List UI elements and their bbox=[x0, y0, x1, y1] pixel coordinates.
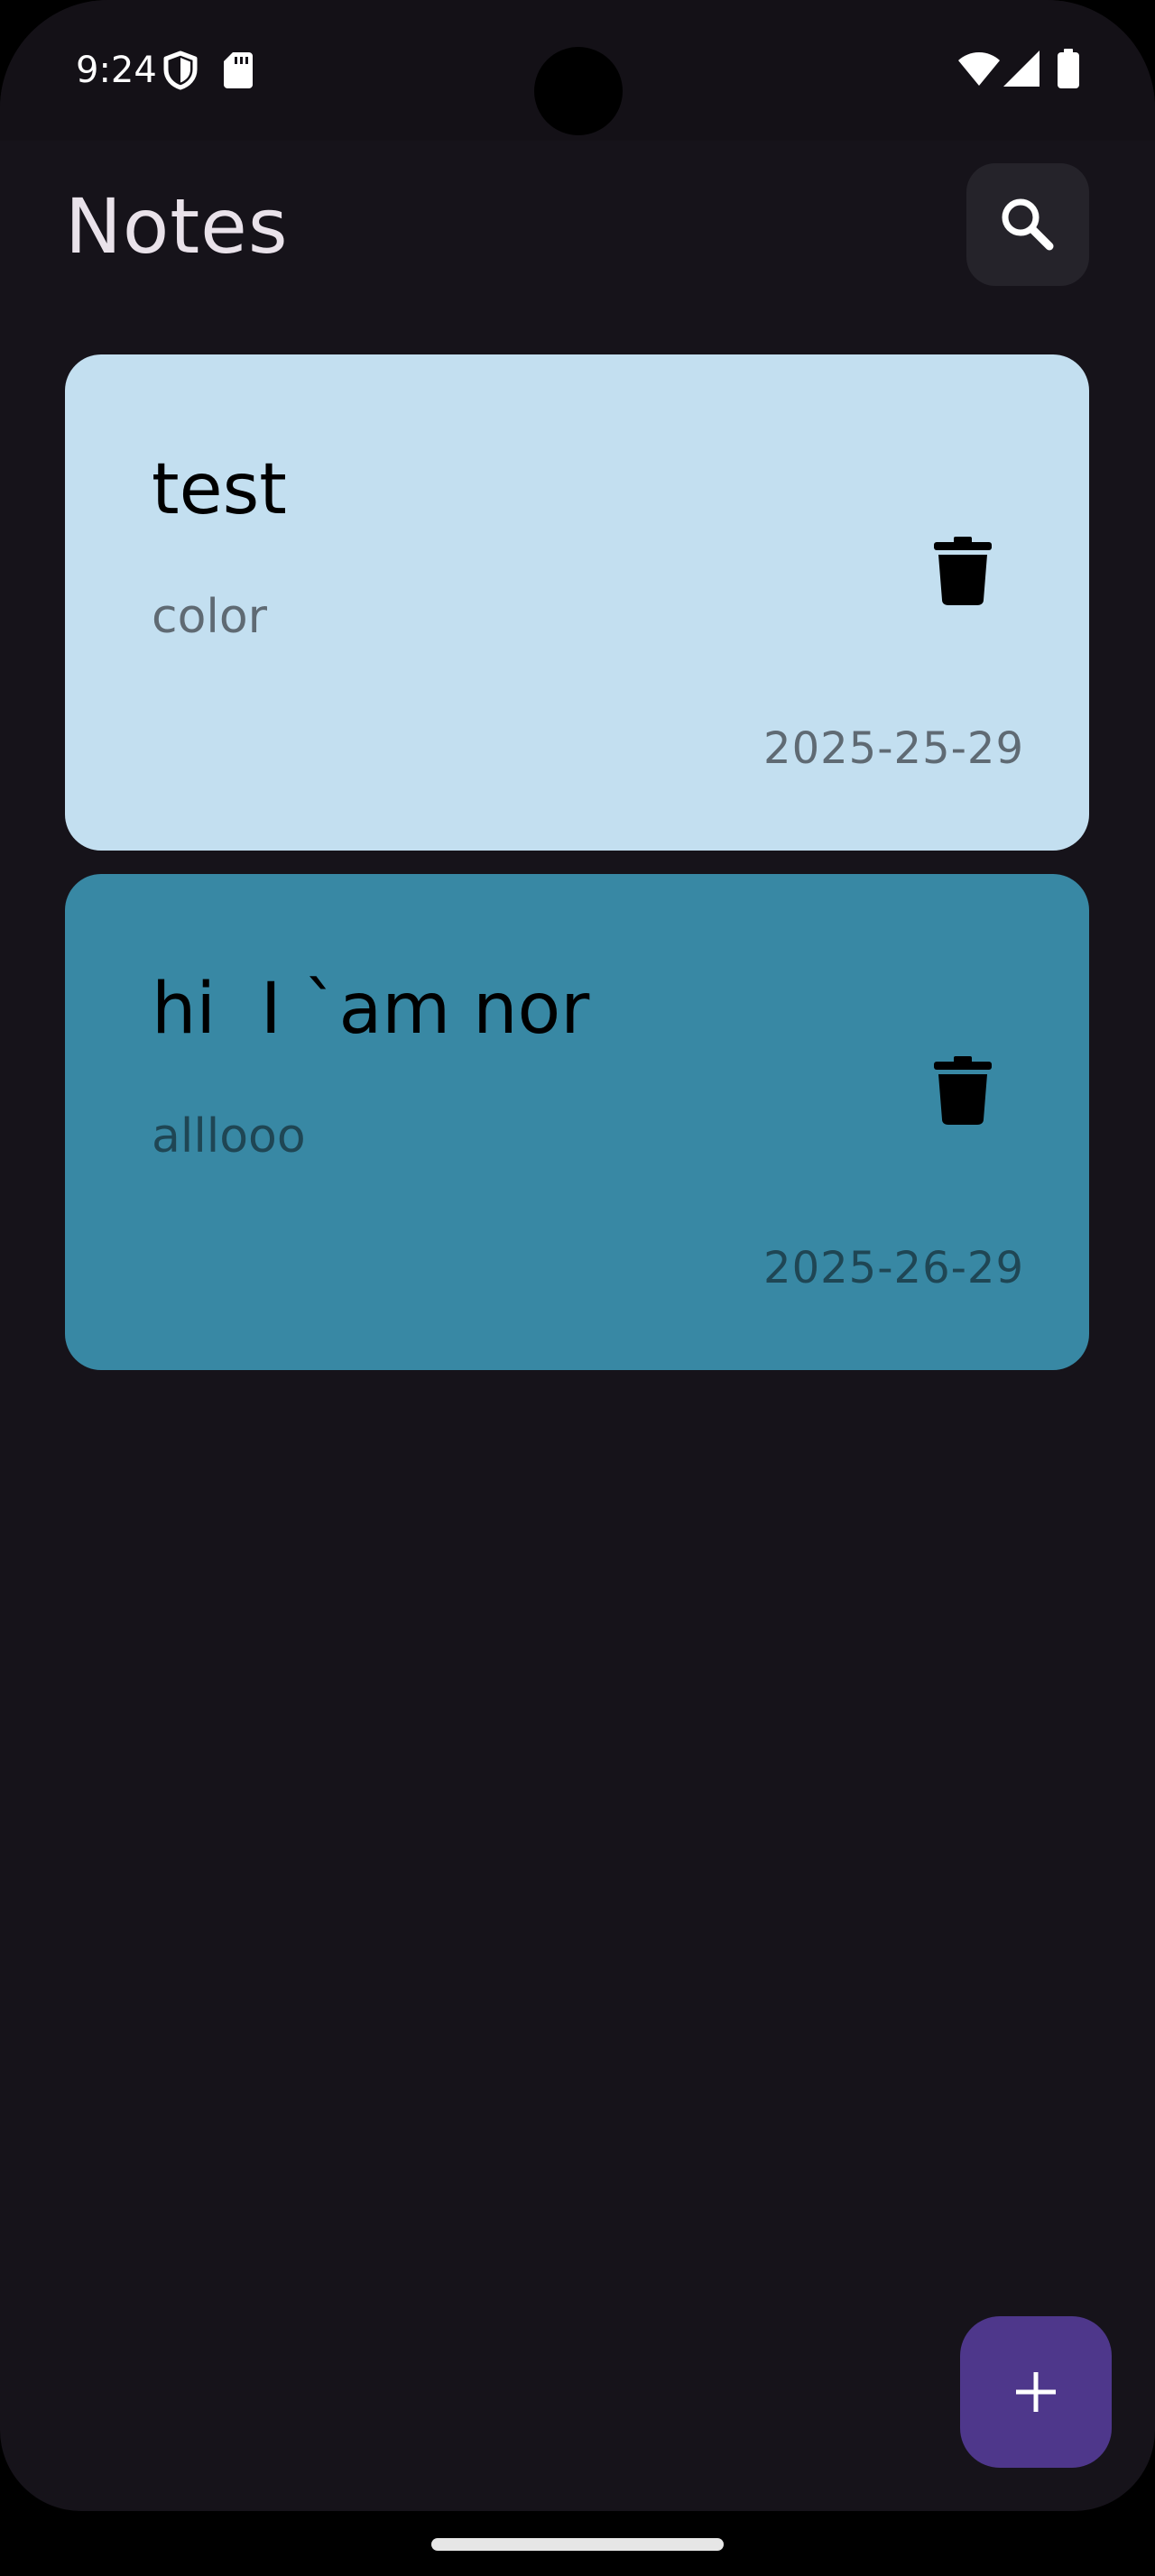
note-body: alllooo bbox=[152, 1109, 306, 1164]
sd-card-icon bbox=[224, 52, 253, 92]
delete-note-button[interactable] bbox=[913, 526, 1012, 616]
note-date: 2025-26-29 bbox=[763, 1243, 1024, 1293]
note-body: color bbox=[152, 590, 268, 644]
delete-note-button[interactable] bbox=[913, 1045, 1012, 1136]
status-time: 9:24 bbox=[76, 50, 157, 91]
status-bar: 9:24 bbox=[0, 0, 1155, 141]
note-card[interactable]: test color 2025-25-29 bbox=[65, 354, 1089, 851]
add-note-button[interactable] bbox=[960, 2316, 1112, 2468]
battery-icon bbox=[1058, 49, 1079, 92]
note-title: hi I `am nor bbox=[152, 969, 590, 1050]
note-date: 2025-25-29 bbox=[763, 723, 1024, 774]
wifi-icon bbox=[958, 52, 1000, 90]
home-indicator[interactable] bbox=[431, 2538, 724, 2551]
front-camera bbox=[534, 47, 623, 135]
page-title: Notes bbox=[65, 182, 289, 271]
cellular-signal-icon bbox=[1003, 51, 1040, 90]
note-title: test bbox=[152, 449, 287, 530]
note-card[interactable]: hi I `am nor alllooo 2025-26-29 bbox=[65, 874, 1089, 1370]
shield-icon bbox=[162, 51, 199, 94]
app-screen: 9:24 Notes test color 2025-25-29 hi I `a… bbox=[0, 0, 1155, 2511]
search-button[interactable] bbox=[966, 163, 1089, 286]
